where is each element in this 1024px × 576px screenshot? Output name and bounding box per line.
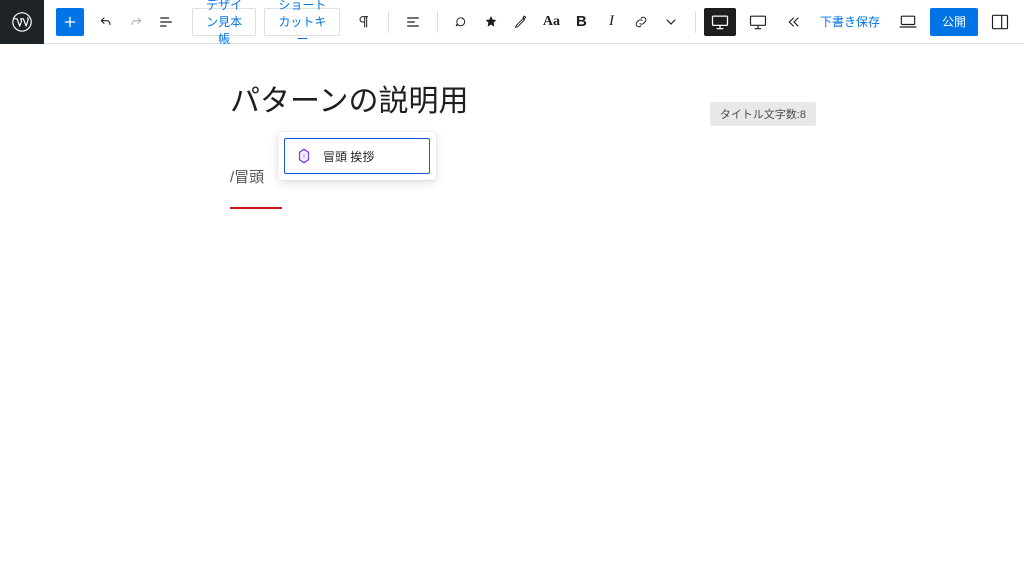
bold-icon: B [576, 13, 587, 30]
tablet-icon [748, 12, 768, 32]
align-left-icon [405, 12, 421, 32]
preview-button[interactable] [892, 8, 924, 36]
chevron-down-icon [663, 13, 679, 31]
undo-button[interactable] [92, 8, 120, 36]
link-icon [633, 12, 649, 32]
settings-panel-toggle[interactable] [984, 8, 1016, 36]
device-desktop-button[interactable] [704, 8, 736, 36]
highlight-button[interactable] [507, 8, 535, 36]
font-size-icon: Aa [543, 14, 560, 30]
marker-icon [453, 12, 469, 32]
link-button[interactable] [627, 8, 655, 36]
highlight-pen-icon [513, 12, 529, 32]
chevron-double-left-icon [786, 14, 802, 30]
save-draft-button[interactable]: 下書き保存 [814, 8, 886, 36]
toolbar-separator [388, 11, 389, 33]
wordpress-logo-button[interactable] [0, 0, 44, 44]
add-block-button[interactable] [56, 8, 84, 36]
list-outline-icon [158, 12, 174, 32]
wordpress-icon [11, 11, 33, 33]
desktop-icon [710, 12, 730, 32]
more-format-button[interactable] [657, 8, 685, 36]
collapse-button[interactable] [780, 8, 808, 36]
star-button[interactable] [477, 8, 505, 36]
undo-icon [98, 12, 114, 32]
autocomplete-item-label: 冒頭 挨拶 [323, 148, 374, 165]
document-overview-button[interactable] [152, 8, 180, 36]
pattern-icon [295, 147, 313, 165]
paragraph-block-button[interactable] [350, 8, 378, 36]
toolbar-separator [437, 11, 438, 33]
laptop-icon [898, 12, 918, 32]
marker-button[interactable] [447, 8, 475, 36]
shortcut-keys-button[interactable]: ショートカットキー [264, 8, 340, 36]
sidebar-panel-icon [990, 12, 1010, 32]
design-sample-button[interactable]: デザイン見本帳 [192, 8, 256, 36]
slash-autocomplete-popup: 冒頭 挨拶 [278, 132, 436, 180]
star-icon [483, 12, 499, 32]
toolbar-separator [695, 11, 696, 33]
toolbar-left-group: デザイン見本帳 ショートカットキー Aa B I [44, 8, 704, 36]
bold-button[interactable]: B [567, 8, 595, 36]
spellcheck-underline [230, 207, 282, 209]
editor-toolbar: デザイン見本帳 ショートカットキー Aa B I [0, 0, 1024, 44]
align-button[interactable] [399, 8, 427, 36]
publish-button[interactable]: 公開 [930, 8, 978, 36]
editor-canvas: タイトル文字数:8 パターンの説明用 /冒頭 冒頭 挨拶 [0, 44, 1024, 209]
autocomplete-item[interactable]: 冒頭 挨拶 [284, 138, 430, 174]
device-tablet-button[interactable] [742, 8, 774, 36]
font-size-button[interactable]: Aa [537, 8, 565, 36]
redo-button[interactable] [122, 8, 150, 36]
redo-icon [128, 12, 144, 32]
plus-icon [62, 13, 78, 31]
title-char-count-badge: タイトル文字数:8 [710, 102, 816, 126]
italic-button[interactable]: I [597, 8, 625, 36]
italic-icon: I [609, 13, 614, 30]
paragraph-icon [356, 12, 372, 32]
toolbar-right-group: 下書き保存 公開 [704, 8, 1024, 36]
